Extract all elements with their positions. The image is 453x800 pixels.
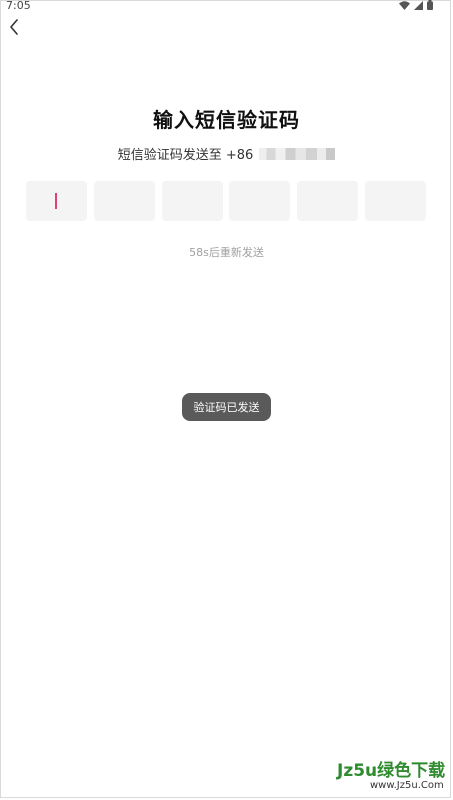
text-caret bbox=[55, 193, 57, 209]
status-time: 7:05 bbox=[6, 0, 31, 12]
code-digit-box-2[interactable] bbox=[94, 181, 155, 221]
watermark-logo: Jz5u绿色下载 bbox=[337, 761, 446, 781]
page-title: 输入短信验证码 bbox=[153, 108, 300, 132]
masked-phone-number bbox=[259, 147, 336, 160]
code-digit-box-4[interactable] bbox=[229, 181, 290, 221]
status-bar: 7:05 bbox=[0, 0, 453, 14]
code-digit-box-6[interactable] bbox=[365, 181, 426, 221]
battery-icon bbox=[427, 0, 433, 10]
resend-countdown: 58s后重新发送 bbox=[189, 246, 264, 259]
chevron-left-icon bbox=[9, 19, 19, 39]
watermark-url: www.Jz5u.Com bbox=[370, 780, 444, 791]
sms-destination: 短信验证码发送至 +86 bbox=[0, 144, 453, 163]
back-button[interactable] bbox=[4, 18, 24, 40]
code-digit-box-5[interactable] bbox=[297, 181, 358, 221]
signal-icon bbox=[414, 0, 423, 10]
wifi-icon bbox=[399, 0, 410, 10]
verification-code-input bbox=[26, 181, 428, 221]
code-digit-box-1[interactable] bbox=[26, 181, 87, 221]
sms-destination-text: 短信验证码发送至 +86 bbox=[117, 148, 254, 163]
toast-message: 验证码已发送 bbox=[182, 393, 271, 421]
status-icons bbox=[399, 0, 433, 10]
code-digit-box-3[interactable] bbox=[162, 181, 223, 221]
